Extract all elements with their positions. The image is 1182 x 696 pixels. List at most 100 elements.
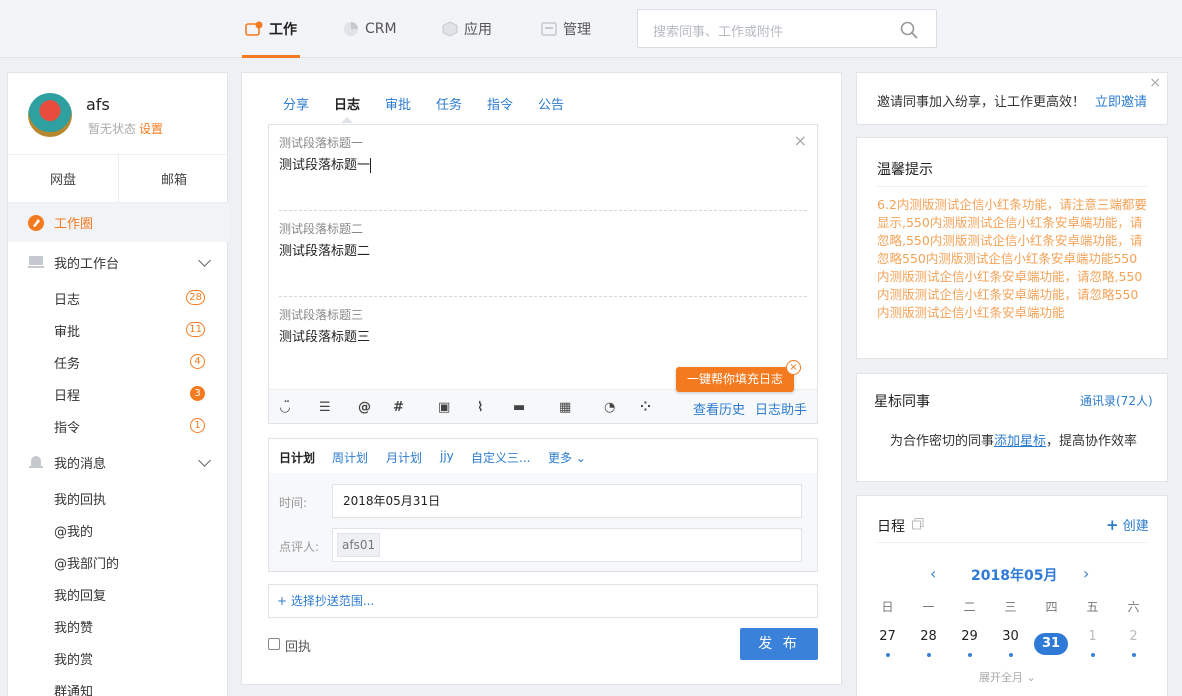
- calendar-day[interactable]: 1: [1072, 629, 1113, 644]
- date-field[interactable]: 2018年05月31日: [332, 484, 802, 518]
- tab-task[interactable]: 任务: [436, 94, 462, 113]
- cc-range-selector[interactable]: + 选择抄送范围...: [268, 584, 818, 618]
- settings-link[interactable]: 设置: [139, 120, 163, 137]
- avatar[interactable]: [28, 93, 72, 137]
- add-star-link[interactable]: 添加星标: [994, 434, 1046, 449]
- contacts-link[interactable]: 通讯录(72人): [1080, 392, 1153, 409]
- search-icon[interactable]: [900, 21, 918, 39]
- chart-icon[interactable]: ◔: [604, 400, 615, 415]
- next-month-button[interactable]: ›: [1083, 564, 1089, 583]
- tab-jjy[interactable]: jjy: [440, 449, 454, 463]
- autofill-helper-tip[interactable]: 一键帮你填充日志 ×: [676, 360, 801, 392]
- sidebar-item-rewards[interactable]: 我的赏: [54, 649, 93, 668]
- quick-links: 网盘 邮箱: [8, 154, 229, 202]
- weekday-label: 四: [1045, 600, 1058, 614]
- chevron-down-icon[interactable]: [198, 454, 211, 467]
- autofill-helper-text: 一键帮你填充日志: [686, 372, 783, 386]
- close-icon[interactable]: ×: [794, 131, 807, 150]
- create-schedule-button[interactable]: + 创建: [1106, 515, 1149, 534]
- sidebar-item-schedule[interactable]: 日程: [54, 385, 80, 404]
- list-icon[interactable]: ☰: [319, 400, 331, 415]
- tab-command[interactable]: 指令: [487, 94, 513, 113]
- calendar-day[interactable]: 29: [949, 629, 990, 644]
- mention-icon[interactable]: @: [358, 400, 371, 415]
- task-badge: 4: [190, 354, 205, 369]
- image-icon[interactable]: ▣: [438, 400, 450, 415]
- nav-apps[interactable]: 应用: [442, 0, 492, 58]
- sidebar-item-task[interactable]: 任务: [54, 353, 80, 372]
- reviewer-chip[interactable]: afs01: [337, 533, 381, 557]
- section-text[interactable]: 测试段落标题三: [279, 326, 370, 345]
- calendar-day[interactable]: 28: [908, 629, 949, 644]
- sidebar-item-likes[interactable]: 我的赞: [54, 617, 93, 636]
- prev-month-button[interactable]: ‹: [930, 564, 936, 583]
- expand-month-button[interactable]: 展开全月 ⌄: [979, 669, 1036, 685]
- top-bar: 工作 CRM 应用 管理 搜索同事、工作或附件: [0, 0, 1182, 58]
- nav-work[interactable]: 工作: [245, 0, 297, 58]
- sidebar-item-log[interactable]: 日志: [54, 289, 80, 308]
- sidebar-item-work-circle[interactable]: 工作圈: [8, 202, 229, 242]
- sidebar-item-receipts[interactable]: 我的回执: [54, 489, 106, 508]
- calendar-day-today[interactable]: 31: [1034, 633, 1068, 655]
- nav-manage[interactable]: 管理: [541, 0, 591, 58]
- schedule-divider: [877, 542, 1147, 543]
- nav-crm[interactable]: CRM: [343, 0, 397, 58]
- tips-card: 温馨提示 6.2内测版测试企信小红条功能，请注意三端都要显示,550内测版测试企…: [856, 137, 1168, 359]
- tab-share[interactable]: 分享: [283, 94, 309, 113]
- weekday-label: 二: [963, 600, 976, 614]
- tab-monthly-plan[interactable]: 月计划: [386, 449, 422, 466]
- bell-icon: [29, 456, 43, 468]
- section-divider: [279, 210, 807, 211]
- search-placeholder: 搜索同事、工作或附件: [653, 25, 784, 40]
- sidebar-item-dept-mentions[interactable]: @我部门的: [54, 553, 119, 572]
- netdisk-button[interactable]: 网盘: [8, 155, 118, 202]
- copy-icon[interactable]: [912, 518, 924, 530]
- chevron-down-icon[interactable]: [198, 254, 211, 267]
- tips-title: 温馨提示: [877, 162, 933, 178]
- tab-weekly-plan[interactable]: 周计划: [332, 449, 368, 466]
- tab-custom[interactable]: 自定义三...: [471, 449, 530, 466]
- weekday-label: 日: [881, 600, 894, 614]
- more-dropdown[interactable]: 更多 ⌄: [548, 449, 586, 466]
- tab-log[interactable]: 日志: [334, 94, 360, 113]
- weekday-label: 六: [1127, 600, 1140, 614]
- emoji-icon[interactable]: ◡̈: [280, 400, 290, 415]
- workbench-label: 我的工作台: [54, 256, 120, 272]
- reviewer-field[interactable]: afs01: [332, 528, 802, 562]
- mail-button[interactable]: 邮箱: [118, 155, 229, 202]
- sidebar-item-group-notice[interactable]: 群通知: [54, 681, 93, 696]
- sidebar-item-messages[interactable]: 我的消息: [8, 442, 229, 482]
- calendar-day[interactable]: 2: [1113, 629, 1154, 644]
- calendar-day[interactable]: 30: [990, 629, 1031, 644]
- view-history-link[interactable]: 查看历史: [693, 399, 745, 418]
- publish-button[interactable]: 发 布: [740, 628, 818, 660]
- tab-approval[interactable]: 审批: [385, 94, 411, 113]
- search-input[interactable]: 搜索同事、工作或附件: [637, 9, 937, 48]
- section-text[interactable]: 测试段落标题二: [279, 240, 370, 259]
- sidebar-item-replies[interactable]: 我的回复: [54, 585, 106, 604]
- close-icon[interactable]: ×: [1149, 75, 1161, 91]
- receipt-checkbox[interactable]: [268, 638, 280, 650]
- chevron-down-icon: ⌄: [1026, 671, 1036, 684]
- calendar-day[interactable]: 27: [867, 629, 908, 644]
- section-text[interactable]: 测试段落标题一: [279, 154, 372, 173]
- sidebar-item-mentions[interactable]: @我的: [54, 521, 93, 540]
- close-icon[interactable]: ×: [786, 360, 801, 375]
- attachment-icon[interactable]: ⌇: [477, 400, 483, 415]
- tab-daily-plan[interactable]: 日计划: [279, 449, 315, 466]
- tab-notice[interactable]: 公告: [538, 94, 564, 113]
- apps-grid-icon[interactable]: ⁘: [640, 400, 651, 415]
- starred-title: 星标同事: [874, 394, 930, 410]
- sidebar-item-command[interactable]: 指令: [54, 417, 80, 436]
- tips-body[interactable]: 6.2内测版测试企信小红条功能，请注意三端都要显示,550内测版测试企信小红条安…: [877, 196, 1149, 322]
- hashtag-icon[interactable]: #: [393, 400, 404, 415]
- table-icon[interactable]: ▦: [559, 400, 571, 415]
- drive-icon[interactable]: ▬: [513, 400, 525, 415]
- sidebar-item-approval[interactable]: 审批: [54, 321, 80, 340]
- sidebar-item-workbench[interactable]: 我的工作台: [8, 242, 229, 282]
- section-label: 测试段落标题二: [279, 222, 364, 236]
- profile-status: 暂无状态: [88, 122, 137, 136]
- work-circle-label: 工作圈: [54, 217, 94, 232]
- invite-now-link[interactable]: 立即邀请: [1095, 91, 1147, 110]
- log-assistant-link[interactable]: 日志助手: [755, 399, 807, 418]
